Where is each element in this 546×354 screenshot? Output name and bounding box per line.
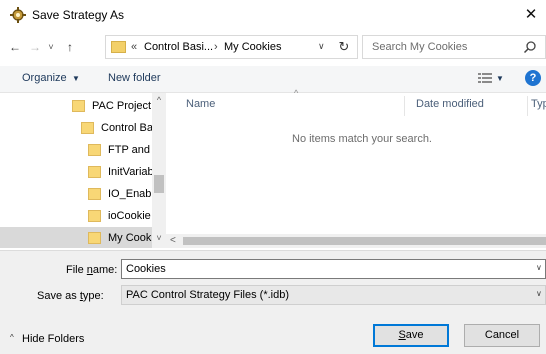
column-header-date-modified[interactable]: Date modified <box>416 98 484 110</box>
breadcrumb-item[interactable]: Control Basi... <box>144 41 213 53</box>
view-options-icon[interactable] <box>478 72 492 84</box>
scroll-down-icon[interactable]: ˅ <box>152 233 166 243</box>
save-button[interactable]: Save <box>373 324 449 347</box>
save-type-select[interactable]: PAC Control Strategy Files (*.idb) <box>121 285 546 305</box>
empty-message: No items match your search. <box>292 133 432 145</box>
refresh-icon[interactable]: ↻ <box>335 39 353 55</box>
tree-item[interactable]: PAC Project <box>72 95 152 117</box>
help-icon[interactable]: ? <box>525 70 541 86</box>
tree-item-label: FTP and I <box>108 144 152 156</box>
breadcrumb-separator[interactable]: › <box>214 41 218 53</box>
new-folder-button[interactable]: New folder <box>108 72 161 84</box>
recent-locations-icon[interactable]: ˅ <box>44 38 58 56</box>
folder-icon <box>111 41 126 53</box>
tree-item-selected[interactable]: My Cook <box>0 227 152 248</box>
caret-down-icon[interactable]: ▼ <box>72 74 80 83</box>
tree-item-label: InitVariab <box>108 166 152 178</box>
file-list[interactable] <box>166 93 546 234</box>
tree-item[interactable]: FTP and I <box>88 139 152 161</box>
tree-item-label: ioCookie <box>108 210 151 222</box>
file-name-label-text: File <box>66 264 87 276</box>
save-button-label: ave <box>405 329 424 341</box>
column-divider[interactable] <box>404 96 405 116</box>
folder-icon <box>88 188 101 200</box>
search-icon[interactable] <box>523 40 537 54</box>
sort-up-icon: ^ <box>294 88 299 98</box>
save-type-label-text: ype: <box>82 290 104 302</box>
window-title: Save Strategy As <box>32 8 125 22</box>
save-type-label-text: Save as <box>37 290 80 302</box>
folder-icon <box>88 210 101 222</box>
chevron-up-icon[interactable]: ^ <box>10 333 14 342</box>
column-divider[interactable] <box>527 96 528 116</box>
folder-icon <box>81 122 94 134</box>
tree-item-label: My Cook <box>108 232 152 244</box>
tree-item[interactable]: IO_Enabl <box>88 183 152 205</box>
scroll-left-icon[interactable]: < <box>170 235 176 246</box>
column-header-name[interactable]: Name <box>186 98 215 110</box>
tree-scrollbar[interactable] <box>152 93 166 248</box>
chevron-down-icon[interactable]: ∨ <box>318 41 325 52</box>
file-name-label: File name: <box>66 264 117 276</box>
search-placeholder[interactable]: Search My Cookies <box>372 41 467 53</box>
tree-item-label: PAC Project <box>92 100 152 112</box>
breadcrumb-item[interactable]: My Cookies <box>224 41 281 53</box>
scroll-up-icon[interactable]: ^ <box>152 95 166 105</box>
cancel-button[interactable]: Cancel <box>464 324 540 347</box>
up-folder-icon[interactable]: ↑ <box>60 38 80 56</box>
tree-scrollbar-thumb[interactable] <box>154 175 164 193</box>
tree-item[interactable]: Control Ba <box>81 117 152 139</box>
tree-item[interactable]: InitVariab <box>88 161 152 183</box>
back-icon[interactable]: ← <box>4 38 26 56</box>
folder-icon <box>88 166 101 178</box>
tree-item[interactable]: ioCookie <box>88 205 152 227</box>
file-name-label-text: ame: <box>92 264 118 276</box>
folder-icon <box>88 144 101 156</box>
caret-down-icon[interactable]: ▼ <box>496 74 504 83</box>
hide-folders-button[interactable]: Hide Folders <box>22 333 84 345</box>
tree-item-label: IO_Enabl <box>108 188 152 200</box>
save-type-label: Save as type: <box>37 290 104 302</box>
folder-tree[interactable]: PAC Project Control Ba FTP and I InitVar… <box>0 93 166 248</box>
app-icon <box>10 7 26 23</box>
organize-button[interactable]: Organize <box>22 72 67 84</box>
forward-icon[interactable]: → <box>26 38 44 56</box>
folder-icon <box>72 100 85 112</box>
chevron-down-icon[interactable]: ∨ <box>536 289 542 298</box>
column-header-type[interactable]: Type <box>531 98 546 110</box>
save-button-accel: S <box>398 329 406 341</box>
command-bar <box>0 66 546 93</box>
tree-item-label: Control Ba <box>101 122 152 134</box>
breadcrumb-overflow[interactable]: « <box>131 41 137 53</box>
horizontal-scrollbar-thumb[interactable] <box>183 237 546 245</box>
folder-icon <box>88 232 101 244</box>
file-name-input[interactable]: Cookies <box>121 259 546 279</box>
chevron-down-icon[interactable]: ∨ <box>536 263 542 272</box>
close-button[interactable]: ✕ <box>516 0 546 30</box>
